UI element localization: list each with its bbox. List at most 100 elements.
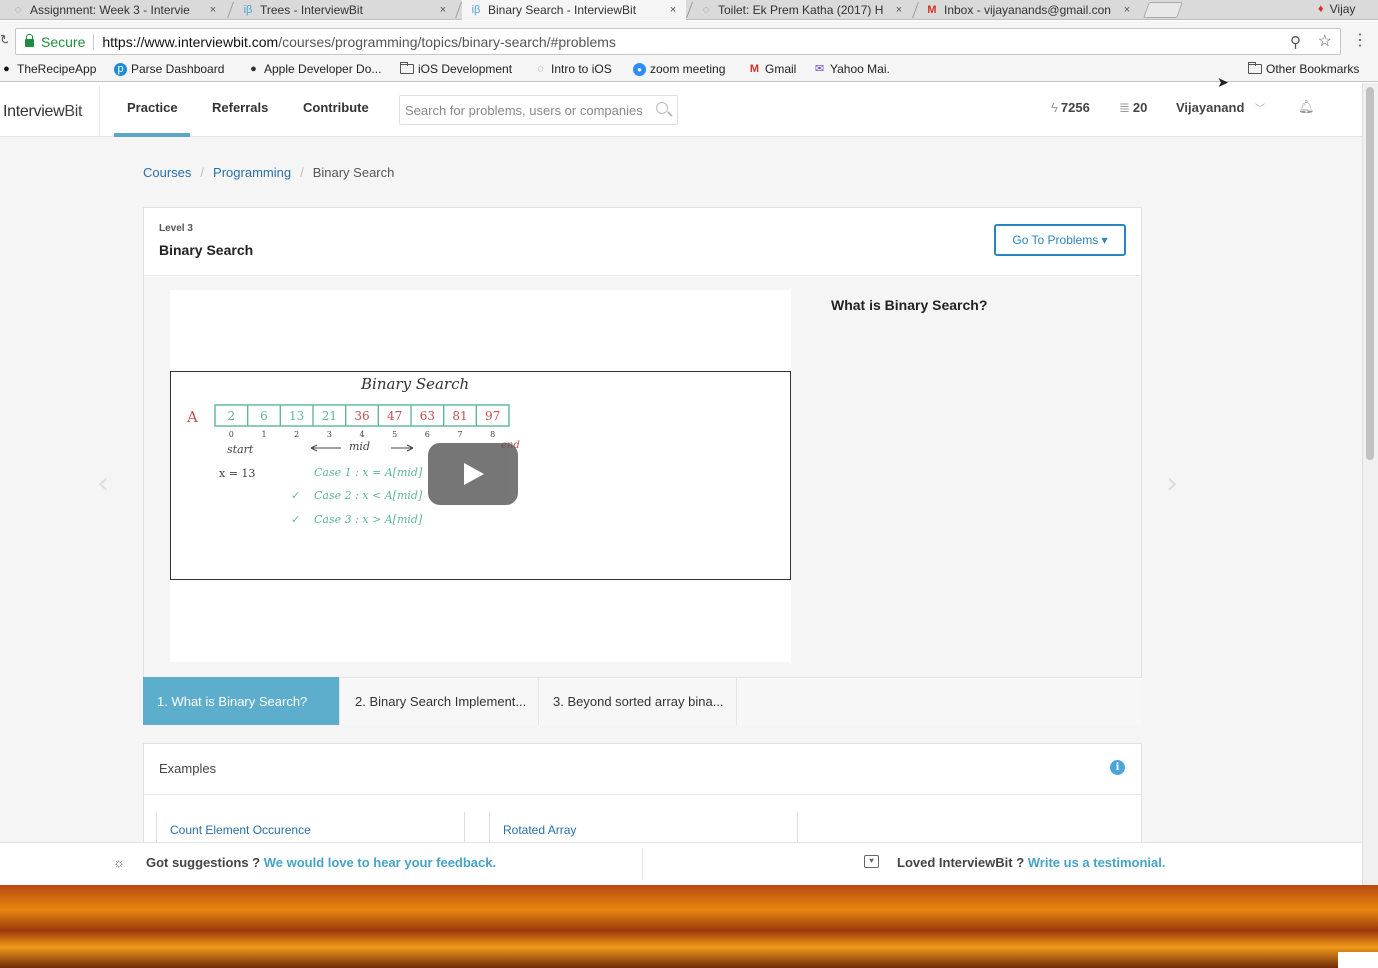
- mouse-cursor-icon: ➤: [1217, 74, 1229, 90]
- other-bookmarks[interactable]: Other Bookmarks: [1248, 61, 1359, 77]
- play-button[interactable]: [428, 443, 518, 505]
- browser-tab[interactable]: ◌ Assignment: Week 3 - Intervie ×: [4, 0, 226, 20]
- bookmark-label: TheRecipeApp: [17, 62, 97, 76]
- case-1: Case 1 : x = A[mid]: [314, 466, 423, 479]
- search-placeholder: Search for problems, users or companies: [405, 103, 643, 118]
- browser-tab[interactable]: ◌ Toilet: Ek Prem Katha (2017) H ×: [692, 0, 912, 20]
- info-icon[interactable]: i: [1110, 760, 1125, 775]
- browser-tab[interactable]: iβ Trees - InterviewBit ×: [234, 0, 456, 20]
- previous-arrow-icon[interactable]: ‹: [97, 466, 109, 501]
- bookmark-item[interactable]: ● TheRecipeApp: [0, 61, 96, 77]
- bookmark-label: zoom meeting: [650, 62, 726, 76]
- address-bar[interactable]: Secure https://www.interviewbit.com/cour…: [15, 28, 1341, 55]
- bookmark-star-icon[interactable]: ☆: [1318, 31, 1332, 51]
- topic-tab-2[interactable]: 2. Binary Search Implement...: [341, 677, 539, 725]
- reload-icon[interactable]: ↻: [0, 32, 8, 48]
- level-label: Level 3: [159, 223, 193, 234]
- coins-value: 20: [1132, 100, 1148, 115]
- search-input[interactable]: Search for problems, users or companies: [399, 95, 678, 125]
- topic-title: Binary Search: [159, 242, 254, 258]
- search-icon[interactable]: [656, 102, 668, 114]
- zoom-icon[interactable]: ⚲: [1290, 33, 1306, 51]
- array-indices: 0 1 2 3 4 5 6 7 8: [229, 430, 495, 439]
- mid-label: mid: [349, 440, 370, 453]
- interviewbit-logo[interactable]: InterviewBit: [3, 103, 82, 121]
- ib-icon: iβ: [243, 4, 253, 16]
- url-path: /courses/programming/topics/binary-searc…: [278, 33, 616, 50]
- close-icon[interactable]: ×: [892, 4, 906, 16]
- check-mark-icon: ✓: [291, 513, 300, 526]
- array-value: 21: [322, 409, 337, 423]
- array-value: 97: [485, 409, 500, 423]
- testimonial-link[interactable]: Write us a testimonial.: [1028, 855, 1166, 870]
- bookmark-item[interactable]: ● zoom meeting: [633, 61, 725, 77]
- browser-tab-title: Inbox - vijayanands@gmail.con: [944, 3, 1111, 17]
- browser-tab-title: Assignment: Week 3 - Intervie: [30, 3, 190, 17]
- loading-spinner-icon: ◌: [14, 4, 22, 16]
- nav-referrals[interactable]: Referrals: [212, 100, 268, 115]
- browser-menu-icon[interactable]: ⋮: [1352, 30, 1368, 52]
- bell-icon[interactable]: 🔔︎: [1298, 99, 1315, 115]
- breadcrumb-programming[interactable]: Programming: [213, 165, 291, 180]
- array-index: 8: [490, 430, 495, 439]
- bookmark-label: iOS Development: [418, 62, 513, 76]
- parse-icon: p: [114, 62, 127, 76]
- lock-icon: [25, 34, 34, 47]
- bookmark-item[interactable]: ● Apple Developer Do...: [247, 61, 381, 77]
- chat-heart-icon: ♥: [864, 855, 879, 868]
- chevron-down-icon[interactable]: ﹀: [1255, 100, 1265, 115]
- user-menu[interactable]: Vijayanand: [1176, 100, 1244, 115]
- bookmark-item[interactable]: iOS Development: [400, 61, 512, 77]
- array-value: 6: [260, 409, 268, 423]
- case-3: Case 3 : x > A[mid]: [314, 513, 423, 526]
- go-to-problems-button[interactable]: Go To Problems ▾: [994, 224, 1126, 256]
- bolt-icon: ϟ: [1051, 100, 1058, 115]
- start-label: start: [227, 443, 254, 456]
- desktop-corner: [1338, 952, 1378, 968]
- topic-tab-1[interactable]: 1. What is Binary Search?: [143, 677, 340, 725]
- github-icon: ●: [3, 62, 10, 75]
- nav-active-indicator: [114, 133, 190, 137]
- array-index: 4: [359, 430, 364, 439]
- browser-tab-active[interactable]: iβ Binary Search - InterviewBit ×: [462, 0, 686, 20]
- profile-button[interactable]: ♦ Vijay: [1318, 0, 1355, 18]
- bookmark-item[interactable]: ✉ Yahoo Mai.: [813, 61, 890, 77]
- profile-name: Vijay: [1329, 2, 1356, 16]
- breadcrumb-courses[interactable]: Courses: [143, 165, 191, 180]
- examples-title: Examples: [159, 761, 217, 776]
- coins-stat[interactable]: ≣ 20: [1119, 100, 1147, 116]
- nav-practice[interactable]: Practice: [127, 100, 178, 115]
- bookmark-label: Yahoo Mai.: [830, 62, 890, 76]
- case-2: Case 2 : x < A[mid]: [314, 489, 423, 502]
- close-icon[interactable]: ×: [436, 4, 450, 16]
- score-value: 7256: [1060, 100, 1090, 115]
- browser-tab[interactable]: M Inbox - vijayanands@gmail.con ×: [918, 0, 1140, 20]
- bookmark-item[interactable]: p Parse Dashboard: [114, 61, 224, 77]
- ib-icon: iβ: [471, 4, 481, 16]
- desktop-wallpaper: [0, 885, 1378, 968]
- close-icon[interactable]: ×: [1120, 4, 1134, 16]
- array-values: 2 6 13 21 36 47 63 81 97: [214, 404, 510, 427]
- browser-tab-title: Trees - InterviewBit: [260, 3, 363, 17]
- new-tab-button[interactable]: [1143, 2, 1183, 18]
- topic-tab-3[interactable]: 3. Beyond sorted array bina...: [539, 677, 737, 725]
- site-header: [0, 83, 1362, 137]
- feedback-prompt: Got suggestions ?: [146, 855, 264, 870]
- feedback-link[interactable]: We would love to hear your feedback.: [264, 855, 496, 870]
- folder-icon: [1248, 62, 1262, 74]
- bookmark-item[interactable]: M Gmail: [748, 61, 796, 77]
- loading-spinner-icon: ◌: [702, 4, 710, 16]
- scrollbar-thumb[interactable]: [1366, 87, 1374, 460]
- nav-contribute[interactable]: Contribute: [303, 100, 369, 115]
- bookmark-item[interactable]: ◌ Intro to iOS: [534, 61, 611, 77]
- lightbulb-icon: ☼: [113, 855, 125, 870]
- array-index: 3: [327, 430, 332, 439]
- check-mark-icon: ✓: [291, 489, 300, 502]
- close-icon[interactable]: ×: [666, 4, 680, 16]
- close-icon[interactable]: ×: [206, 4, 220, 16]
- yahoo-mail-icon: ✉: [814, 62, 825, 75]
- profile-icon: ♦: [1318, 3, 1324, 15]
- whiteboard-title: Binary Search: [360, 375, 469, 393]
- next-arrow-icon[interactable]: ›: [1166, 466, 1178, 501]
- score-stat[interactable]: ϟ 7256: [1051, 100, 1090, 115]
